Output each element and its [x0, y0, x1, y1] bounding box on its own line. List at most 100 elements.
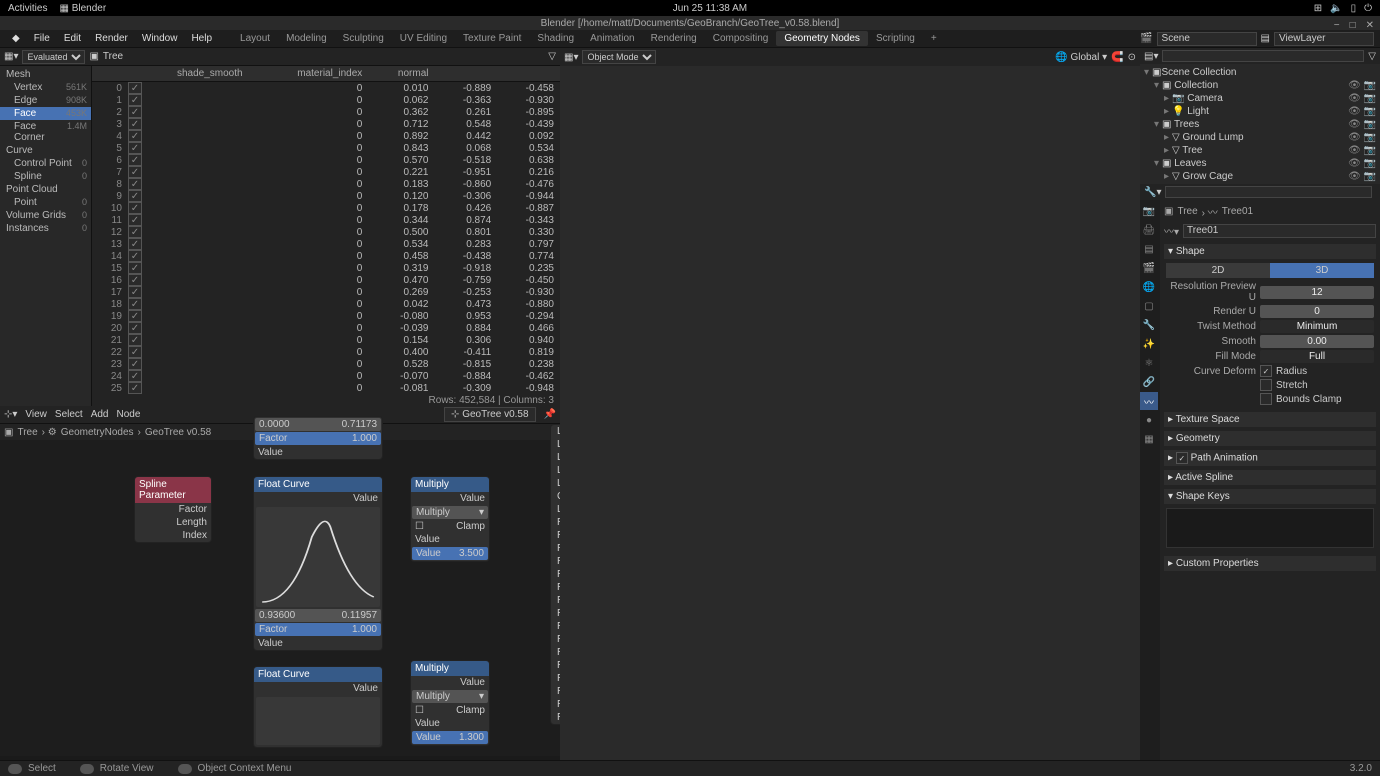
group-input-row[interactable]: Canopy Shape — [551, 490, 560, 503]
smooth-field[interactable]: 0.00 — [1260, 335, 1374, 348]
node-group-inputs[interactable]: Limb Roughness0.605Limb Radius By Positi… — [550, 424, 560, 725]
ne-menu-select[interactable]: Select — [55, 409, 83, 420]
blender-icon[interactable]: ◆ — [6, 33, 26, 44]
tab-scripting[interactable]: Scripting — [868, 31, 923, 46]
node-multiply-2[interactable]: Multiply Value Multiply▾ ☐Clamp Value Va… — [410, 660, 490, 746]
radius-check[interactable] — [1260, 365, 1272, 377]
tab-modifier[interactable]: 🔧 — [1140, 316, 1158, 334]
tab-texture[interactable]: ▦ — [1140, 430, 1158, 448]
editor-type-icon[interactable]: ▤▾ — [1144, 51, 1158, 62]
menu-file[interactable]: File — [28, 33, 56, 44]
menu-edit[interactable]: Edit — [58, 33, 87, 44]
app-indicator[interactable]: ▦ Blender — [59, 3, 106, 14]
group-input-row[interactable]: Root Length2.810 — [551, 581, 560, 594]
domain-curve[interactable]: Curve — [0, 144, 91, 157]
outliner-scene-collection[interactable]: ▾▣ Scene Collection — [1140, 66, 1380, 79]
tab-constraint[interactable]: 🔗 — [1140, 373, 1158, 391]
group-input-row[interactable]: Root Anchor Object — [551, 698, 560, 711]
tab-material[interactable]: ● — [1140, 411, 1158, 429]
table-row[interactable]: 190-0.0800.953-0.294 — [92, 310, 560, 322]
domain-face[interactable]: Face453K — [0, 107, 91, 120]
bounds-check[interactable] — [1260, 393, 1272, 405]
panel-activespline[interactable]: ▸ Active Spline — [1164, 470, 1376, 485]
curve-widget[interactable] — [256, 697, 380, 745]
domain-control-point[interactable]: Control Point0 — [0, 157, 91, 170]
table-row[interactable]: 600.570-0.5180.638 — [92, 154, 560, 166]
table-row[interactable]: 240-0.070-0.884-0.462 — [92, 370, 560, 382]
table-row[interactable]: 200.3620.261-0.895 — [92, 106, 560, 118]
tab-sculpting[interactable]: Sculpting — [335, 31, 392, 46]
tab-world[interactable]: 🌐 — [1140, 278, 1158, 296]
power-icon[interactable]: ⏻ — [1364, 3, 1372, 14]
stretch-check[interactable] — [1260, 379, 1272, 391]
table-row[interactable]: 900.120-0.306-0.944 — [92, 190, 560, 202]
node-editor[interactable]: ⊹▾ View Select Add Node ⊹ GeoTree v0.58 … — [0, 406, 560, 756]
group-input-row[interactable]: Root Size Variance Min0.250 — [551, 620, 560, 633]
table-row[interactable]: 2100.1540.3060.940 — [92, 334, 560, 346]
menu-render[interactable]: Render — [89, 33, 134, 44]
table-row[interactable]: 1400.458-0.4380.774 — [92, 250, 560, 262]
tab-compositing[interactable]: Compositing — [705, 31, 777, 46]
tab-geonodes[interactable]: Geometry Nodes — [776, 31, 868, 46]
network-icon[interactable]: ⊞ — [1314, 3, 1322, 14]
tab-uv[interactable]: UV Editing — [392, 31, 455, 46]
outliner-item-trees[interactable]: ▾▣ Trees👁 📷 — [1140, 118, 1380, 131]
editor-type-icon[interactable]: 🔧▾ — [1144, 187, 1161, 198]
outliner-item-ground-lump[interactable]: ▸▽ Ground Lump👁 📷 — [1140, 131, 1380, 144]
group-input-row[interactable]: Limb Material:● Bark ✕ — [551, 503, 560, 516]
sound-icon[interactable]: 🔈 — [1330, 3, 1342, 14]
group-input-row[interactable]: Limb Roughness0.605 — [551, 425, 560, 438]
table-row[interactable]: 700.221-0.9510.216 — [92, 166, 560, 178]
editor-type-icon[interactable]: ⊹▾ — [4, 409, 17, 420]
domain-point-cloud[interactable]: Point Cloud — [0, 183, 91, 196]
group-input-row[interactable]: Root Random Cull0.223 — [551, 672, 560, 685]
viewlayer-name-field[interactable] — [1274, 32, 1374, 46]
outliner-item-grow-cage[interactable]: ▸▽ Grow Cage👁 📷 — [1140, 170, 1380, 183]
pin-icon[interactable]: 📌 — [544, 409, 556, 420]
tab-viewlayer[interactable]: ▤ — [1140, 240, 1158, 258]
activities-button[interactable]: Activities — [8, 3, 47, 14]
domain-instances[interactable]: Instances0 — [0, 222, 91, 235]
group-input-row[interactable]: Root Size Variance Max0.700 — [551, 633, 560, 646]
spreadsheet-table[interactable]: shade_smoothmaterial_indexnormal000.010-… — [92, 66, 560, 406]
group-input-row[interactable]: Root Spawn Radius0.1 m — [551, 529, 560, 542]
table-row[interactable]: 1000.1780.426-0.887 — [92, 202, 560, 214]
ne-menu-add[interactable]: Add — [91, 409, 109, 420]
snap-icon[interactable]: 🧲 — [1111, 52, 1123, 63]
table-row[interactable]: 100.062-0.363-0.930 — [92, 94, 560, 106]
table-row[interactable]: 1100.3440.874-0.343 — [92, 214, 560, 226]
twist-select[interactable]: Minimum — [1260, 320, 1374, 333]
object-name[interactable]: Tree — [103, 51, 123, 62]
ne-menu-node[interactable]: Node — [117, 409, 141, 420]
data-name-field[interactable] — [1183, 224, 1376, 238]
group-input-row[interactable]: Root Cross Resolution15 — [551, 542, 560, 555]
tab-physics[interactable]: ⚛ — [1140, 354, 1158, 372]
node-multiply-1[interactable]: Multiply Value Multiply▾ ☐Clamp Value Va… — [410, 476, 490, 562]
outliner-item-light[interactable]: ▸💡 Light👁 📷 — [1140, 105, 1380, 118]
group-input-row[interactable]: Limb Upward Bias0.280 — [551, 451, 560, 464]
outliner-item-tree[interactable]: ▸▽ Tree👁 📷 — [1140, 144, 1380, 157]
domain-vertex[interactable]: Vertex561K — [0, 81, 91, 94]
table-row[interactable]: 000.010-0.889-0.458 — [92, 82, 560, 95]
eval-mode-select[interactable]: Evaluated — [22, 50, 85, 64]
tab-output[interactable]: 🖨 — [1140, 221, 1158, 239]
shapekey-list[interactable] — [1166, 508, 1374, 548]
node-float-curve-2[interactable]: Float Curve Value — [253, 666, 383, 748]
table-row[interactable]: 500.8430.0680.534 — [92, 142, 560, 154]
proportional-icon[interactable]: ⊙ — [1128, 52, 1136, 63]
table-row[interactable]: 1700.269-0.253-0.930 — [92, 286, 560, 298]
node-float-curve-1[interactable]: Float Curve Value 0.936000.11957 Factor1… — [253, 476, 383, 651]
btn-3d[interactable]: 3D — [1270, 263, 1374, 278]
table-row[interactable]: 2300.528-0.8150.238 — [92, 358, 560, 370]
table-row[interactable]: 800.183-0.860-0.476 — [92, 178, 560, 190]
panel-geometry[interactable]: ▸ Geometry — [1164, 431, 1376, 446]
scene-name-field[interactable] — [1157, 32, 1257, 46]
group-input-row[interactable]: Root Size Variance Seed4 — [551, 646, 560, 659]
node-spline-parameter[interactable]: Spline Parameter Factor Length Index — [134, 476, 212, 543]
table-row[interactable]: 300.7120.548-0.439 — [92, 118, 560, 130]
orientation-select[interactable]: 🌐 Global ▾ — [1055, 52, 1107, 63]
table-row[interactable]: 2200.400-0.4110.819 — [92, 346, 560, 358]
panel-header[interactable]: ▾ Shape — [1164, 244, 1376, 259]
table-row[interactable]: 1300.5340.2830.797 — [92, 238, 560, 250]
outliner-item-leaves[interactable]: ▾▣ Leaves👁 📷 — [1140, 157, 1380, 170]
